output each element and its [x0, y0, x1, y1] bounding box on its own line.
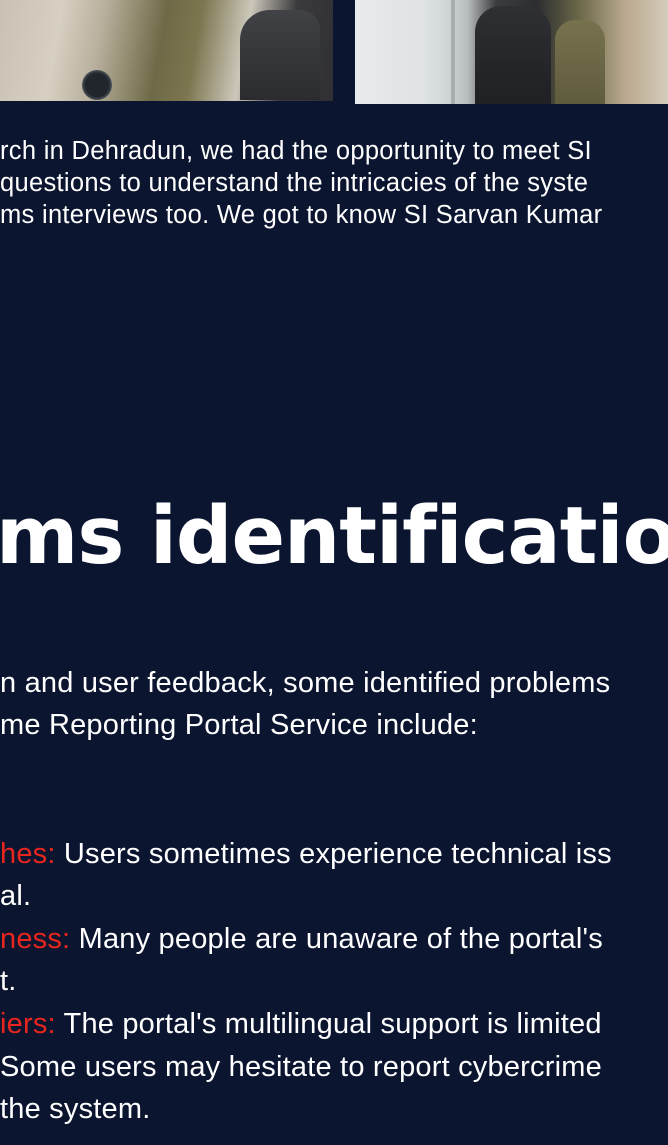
field-visit-photo-left	[0, 0, 333, 101]
problem-text: Users sometimes experience technical iss	[55, 838, 612, 870]
person-shape	[555, 20, 605, 104]
wristwatch-shape	[82, 70, 112, 100]
problem-line: the system.	[0, 1093, 150, 1126]
problem-label: ness:	[0, 923, 71, 955]
problem-text: Many people are unaware of the portal's	[70, 923, 603, 955]
problem-text: al.	[0, 880, 32, 912]
intro-line-2: questions to understand the intricacies …	[0, 169, 589, 197]
problem-line: iers: The portal's multilingual support …	[0, 1008, 602, 1041]
problem-line: ness: Many people are unaware of the por…	[0, 923, 603, 956]
problem-text: t.	[0, 965, 17, 997]
intro-line-1: rch in Dehradun, we had the opportunity …	[0, 137, 592, 165]
problem-line: t.	[0, 965, 17, 998]
problem-line: Some users may hesitate to report cyberc…	[0, 1051, 602, 1084]
problem-text: The portal's multilingual support is lim…	[55, 1008, 602, 1040]
problem-text: Some users may hesitate to report cyberc…	[0, 1051, 602, 1083]
door-handle-shape	[451, 0, 455, 104]
chair-shape	[240, 10, 320, 100]
page: rch in Dehradun, we had the opportunity …	[0, 0, 668, 1145]
problem-line: hes: Users sometimes experience technica…	[0, 838, 612, 871]
summary-line-1: n and user feedback, some identified pro…	[0, 667, 611, 699]
backpack-shape	[475, 6, 551, 104]
problem-label: hes:	[0, 838, 56, 870]
summary-line-2: me Reporting Portal Service include:	[0, 709, 478, 741]
field-visit-photo-right	[355, 0, 668, 104]
section-heading: ms identification	[0, 490, 668, 582]
problem-line: al.	[0, 880, 31, 913]
problem-text: the system.	[0, 1093, 151, 1125]
problem-label: iers:	[0, 1008, 56, 1040]
intro-line-3: ms interviews too. We got to know SI Sar…	[0, 201, 603, 229]
